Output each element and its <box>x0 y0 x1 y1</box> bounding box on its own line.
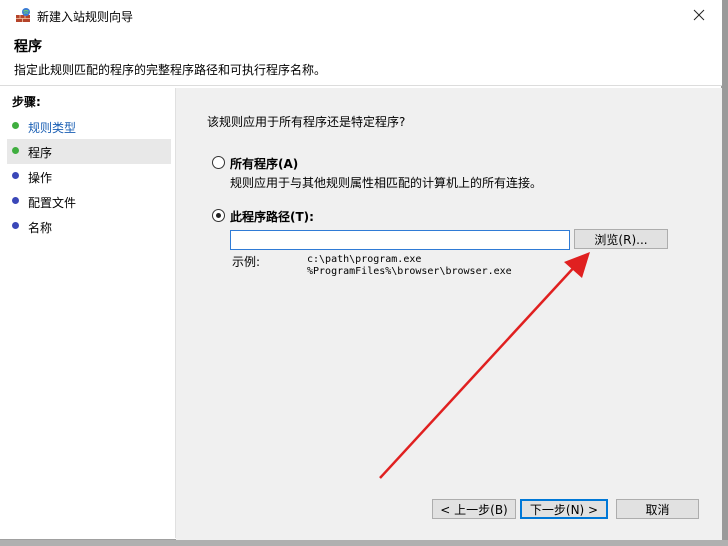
this-program-radio[interactable] <box>212 209 225 222</box>
program-path-input[interactable] <box>230 230 570 250</box>
window-title: 新建入站规则向导 <box>37 10 134 24</box>
example-path-2: %ProgramFiles%\browser\browser.exe <box>307 266 512 277</box>
sidebar-item-rule-type[interactable]: 规则类型 <box>7 114 171 139</box>
sidebar-item-profile: 配置文件 <box>7 189 171 214</box>
steps-sidebar: 步骤: 规则类型 程序 操作 配置文件 名称 <box>7 88 175 538</box>
all-programs-label[interactable]: 所有程序(A) <box>230 155 298 172</box>
wizard-header: 程序 指定此规则匹配的程序的完整程序路径和可执行程序名称。 <box>0 30 722 86</box>
example-path-1: c:\path\program.exe <box>307 254 422 265</box>
all-programs-description: 规则应用于与其他规则属性相匹配的计算机上的所有连接。 <box>230 176 543 190</box>
step-current-icon <box>12 147 19 154</box>
sidebar-item-label: 配置文件 <box>28 196 77 210</box>
step-complete-icon <box>12 122 19 129</box>
step-pending-icon <box>12 172 19 179</box>
cancel-button[interactable]: 取消 <box>616 499 699 519</box>
step-pending-icon <box>12 222 19 229</box>
all-programs-radio[interactable] <box>212 156 225 169</box>
title-bar: 新建入站规则向导 <box>0 0 722 30</box>
sidebar-item-label: 操作 <box>28 171 53 185</box>
program-question: 该规则应用于所有程序还是特定程序? <box>207 115 406 129</box>
steps-list: 规则类型 程序 操作 配置文件 名称 <box>7 114 171 239</box>
sidebar-item-action: 操作 <box>7 164 171 189</box>
step-pending-icon <box>12 197 19 204</box>
wizard-window: 新建入站规则向导 程序 指定此规则匹配的程序的完整程序路径和可执行程序名称。 步… <box>0 0 722 540</box>
sidebar-item-label: 程序 <box>28 146 53 160</box>
page-description: 指定此规则匹配的程序的完整程序路径和可执行程序名称。 <box>14 63 327 77</box>
sidebar-item-program[interactable]: 程序 <box>7 139 171 164</box>
this-program-label[interactable]: 此程序路径(T): <box>230 208 314 225</box>
close-icon <box>693 9 705 21</box>
example-label: 示例: <box>232 255 261 269</box>
wizard-content: 该规则应用于所有程序还是特定程序? 所有程序(A) 规则应用于与其他规则属性相匹… <box>176 88 722 540</box>
background-strip <box>0 540 728 546</box>
sidebar-item-label: 规则类型 <box>28 121 77 135</box>
steps-heading: 步骤: <box>12 95 41 109</box>
close-button[interactable] <box>676 0 722 30</box>
sidebar-item-label: 名称 <box>28 221 53 235</box>
page-title: 程序 <box>14 39 42 55</box>
firewall-icon <box>16 8 30 22</box>
sidebar-item-name: 名称 <box>7 214 171 239</box>
browse-button[interactable]: 浏览(R)... <box>574 229 668 249</box>
next-button[interactable]: 下一步(N) > <box>520 499 608 519</box>
back-button[interactable]: < 上一步(B) <box>432 499 516 519</box>
